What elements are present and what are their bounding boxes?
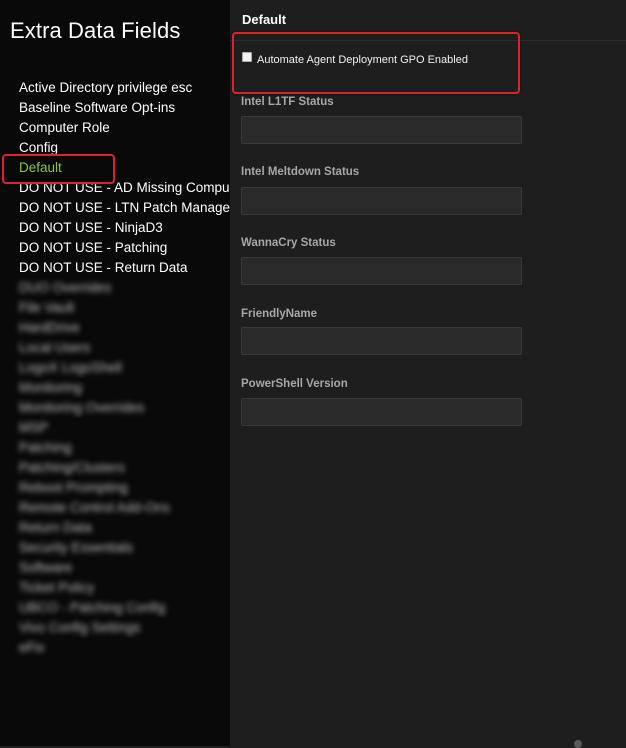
sidebar-item-label: DO NOT USE - Return Data xyxy=(19,260,188,275)
sidebar-item[interactable]: Patching xyxy=(0,438,230,458)
panel-header: Default xyxy=(230,0,626,41)
sidebar-item[interactable]: Software xyxy=(0,558,230,578)
sidebar-item-label: Security Essentials xyxy=(19,540,134,555)
sidebar-item-label: File Vault xyxy=(19,300,75,315)
sidebar-item-label: DO NOT USE - LTN Patch Manage xyxy=(19,200,230,215)
sidebar-item[interactable]: Ticket Policy xyxy=(0,578,230,598)
sidebar-item-label: Patching/Clusters xyxy=(19,460,125,475)
wannacry-status-input[interactable] xyxy=(241,257,522,285)
field-label-intel-l1tf: Intel L1TF Status xyxy=(241,96,334,108)
sidebar-item[interactable]: DO NOT USE - Patching xyxy=(0,238,230,258)
sidebar-item-label: Ticket Policy xyxy=(19,580,95,595)
sidebar-item[interactable]: Return Data xyxy=(0,518,230,538)
sidebar-item[interactable]: LogoX LogoShell xyxy=(0,358,230,378)
sidebar-item-label: Config xyxy=(19,140,59,155)
detail-panel: Default Automate Agent Deployment GPO En… xyxy=(230,0,626,746)
sidebar-item[interactable]: Patching/Clusters xyxy=(0,458,230,478)
field-label-powershell-version: PowerShell Version xyxy=(241,378,348,390)
sidebar-item-label: HardDrive xyxy=(19,320,80,335)
sidebar-item[interactable]: Monitoring xyxy=(0,378,230,398)
gpo-enabled-checkbox-row[interactable]: Automate Agent Deployment GPO Enabled xyxy=(242,52,468,66)
sidebar-item-default[interactable]: Default xyxy=(0,158,230,178)
sidebar-item-label: LogoX LogoShell xyxy=(19,360,122,375)
sidebar-item-label: Local Users xyxy=(19,340,91,355)
sidebar-item[interactable]: DO NOT USE - NinjaD3 xyxy=(0,218,230,238)
sidebar-item[interactable]: eFix xyxy=(0,638,230,658)
sidebar-item-label: Software xyxy=(19,560,73,575)
sidebar-item[interactable]: Monitoring Overrides xyxy=(0,398,230,418)
friendlyname-input[interactable] xyxy=(241,327,522,355)
panel-title: Default xyxy=(242,12,287,27)
sidebar-title: Extra Data Fields xyxy=(10,18,181,43)
field-label-intel-meltdown: Intel Meltdown Status xyxy=(241,166,360,178)
sidebar-item-label: Reboot Prompting xyxy=(19,480,128,495)
sidebar-item[interactable]: Remote Control Add-Ons xyxy=(0,498,230,518)
sidebar-item[interactable]: DUO Overrides xyxy=(0,278,230,298)
sidebar-item[interactable]: Security Essentials xyxy=(0,538,230,558)
sidebar-item-label: Remote Control Add-Ons xyxy=(19,500,170,515)
sidebar-item-label: Monitoring xyxy=(19,380,83,395)
sidebar-item[interactable]: MSP xyxy=(0,418,230,438)
sidebar-item-label: Computer Role xyxy=(19,120,110,135)
sidebar-item[interactable]: UBCO - Patching Config xyxy=(0,598,230,618)
sidebar-item[interactable]: Config xyxy=(0,138,230,158)
gpo-enabled-label: Automate Agent Deployment GPO Enabled xyxy=(257,54,468,66)
sidebar-item-label: Monitoring Overrides xyxy=(19,400,145,415)
sidebar: Extra Data Fields Active Directory privi… xyxy=(0,0,230,746)
sidebar-item[interactable]: DO NOT USE - AD Missing Compu xyxy=(0,178,230,198)
sidebar-item-label: Patching xyxy=(19,440,72,455)
sidebar-item[interactable]: DO NOT USE - LTN Patch Manage xyxy=(0,198,230,218)
sidebar-item-label: Return Data xyxy=(19,520,92,535)
intel-meltdown-status-input[interactable] xyxy=(241,187,522,215)
category-list: Active Directory privilege esc Baseline … xyxy=(0,78,230,658)
sidebar-item-label: Vivo Config Settings xyxy=(19,620,141,635)
powershell-version-input[interactable] xyxy=(241,398,522,426)
sidebar-item-label: MSP xyxy=(19,420,49,435)
sidebar-item[interactable]: DO NOT USE - Return Data xyxy=(0,258,230,278)
intel-l1tf-status-input[interactable] xyxy=(241,116,522,144)
field-label-wannacry: WannaCry Status xyxy=(241,237,336,249)
field-label-friendlyname: FriendlyName xyxy=(241,308,318,320)
gpo-enabled-checkbox[interactable] xyxy=(242,52,252,62)
sidebar-item[interactable]: Active Directory privilege esc xyxy=(0,78,230,98)
sidebar-item-label: Baseline Software Opt-ins xyxy=(19,100,176,115)
sidebar-item-label: DO NOT USE - Patching xyxy=(19,240,168,255)
sidebar-item[interactable]: Computer Role xyxy=(0,118,230,138)
sidebar-item[interactable]: Local Users xyxy=(0,338,230,358)
resize-handle-icon xyxy=(574,740,582,748)
sidebar-item[interactable]: File Vault xyxy=(0,298,230,318)
sidebar-item-label: DO NOT USE - NinjaD3 xyxy=(19,220,163,235)
sidebar-item[interactable]: Reboot Prompting xyxy=(0,478,230,498)
sidebar-item-label: DO NOT USE - AD Missing Compu xyxy=(19,180,230,195)
sidebar-item-label: UBCO - Patching Config xyxy=(19,600,166,615)
sidebar-item-label: Active Directory privilege esc xyxy=(19,80,193,95)
sidebar-item-label: DUO Overrides xyxy=(19,280,112,295)
sidebar-item-label: eFix xyxy=(19,640,45,655)
sidebar-item[interactable]: Vivo Config Settings xyxy=(0,618,230,638)
sidebar-item[interactable]: HardDrive xyxy=(0,318,230,338)
sidebar-item-label: Default xyxy=(19,160,62,175)
sidebar-item[interactable]: Baseline Software Opt-ins xyxy=(0,98,230,118)
